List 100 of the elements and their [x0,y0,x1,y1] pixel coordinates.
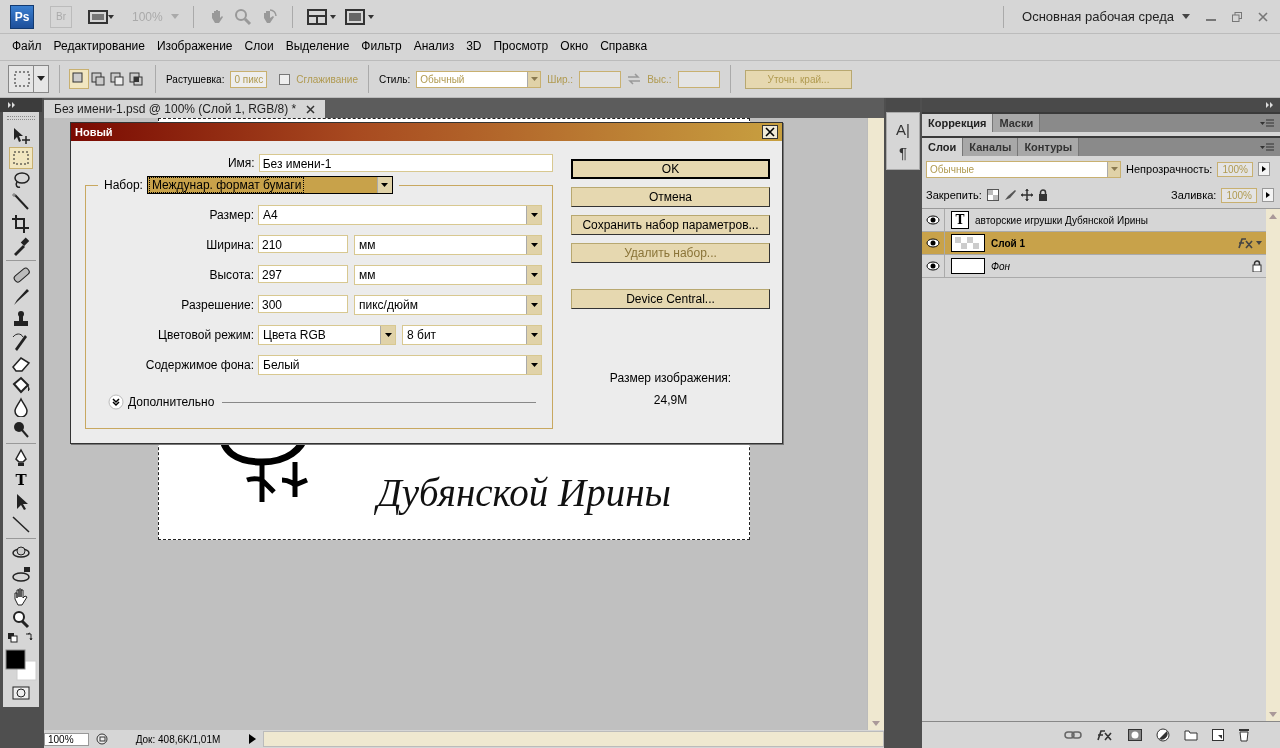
wand-icon[interactable] [10,192,32,212]
field-label: Содержимое фона: [144,358,254,372]
restore-icon[interactable] [1232,11,1242,22]
input-field[interactable]: 297 [258,265,348,283]
bucket-icon[interactable] [10,375,32,395]
arrange-icon[interactable] [306,8,337,25]
dropdown-arrow-icon [384,333,392,337]
app-logo[interactable]: Ps [10,4,34,29]
menu-item[interactable]: Слои [238,39,280,53]
panel-toggle[interactable]: A| [896,121,910,138]
dropdown-arrow-icon [381,183,389,187]
dialog-button[interactable]: Device Central... [571,289,770,309]
selection-mode-icon[interactable] [127,70,145,88]
menu-item[interactable]: 3D [460,39,488,53]
horizontal-scrollbar[interactable] [263,731,884,747]
expand-icon[interactable] [8,102,16,108]
status-menu-icon[interactable] [95,732,109,746]
color-swatches[interactable] [5,649,37,681]
menu-item[interactable]: Выделение [279,39,356,53]
orbit3d-icon[interactable] [10,565,32,585]
quick-mask-icon[interactable] [10,685,32,701]
workspace-switcher[interactable]: Основная рабочая среда [1022,9,1174,24]
panel-tab[interactable]: Коррекция [922,114,994,132]
panel-tab[interactable]: Каналы [963,138,1019,156]
menu-item[interactable]: Справка [594,39,654,53]
image-size-label: Размер изображения: [608,371,733,385]
move-icon[interactable] [1020,189,1033,201]
panel-tab[interactable]: Слои [922,138,964,156]
lock-icon [1252,260,1262,272]
line-icon[interactable] [10,514,32,534]
advanced-toggle[interactable]: Дополнительно [128,395,215,409]
effects-icon[interactable] [1236,237,1262,249]
dropdown[interactable]: Цвета RGB [258,325,396,345]
zoom-field[interactable]: 100% [44,732,89,746]
brush-icon[interactable] [1003,189,1016,201]
adjustment-layer-icon[interactable] [1156,728,1170,742]
selection-mode-icon[interactable] [108,70,126,88]
layer-name: авторские игрушки Дубянской Ирины [975,214,1148,226]
menu-item[interactable]: Просмотр [487,39,555,53]
play-icon[interactable] [247,733,257,745]
dropdown[interactable]: мм [354,265,542,285]
dialog-button[interactable]: Сохранить набор параметров... [571,215,770,235]
layer-name: Слой 1 [991,237,1026,249]
antialias-checkbox[interactable] [279,73,291,85]
caret-icon[interactable] [1182,13,1190,20]
type-tool[interactable]: T [10,470,32,490]
dropdown[interactable]: пикс/дюйм [354,295,542,315]
screen-mode-icon[interactable] [344,8,375,25]
close-icon[interactable] [762,125,778,139]
lock-icon[interactable] [1037,189,1048,201]
width-field[interactable] [579,70,622,88]
new-layer-icon[interactable] [1212,729,1224,741]
tool-preset-picker[interactable] [8,65,49,93]
dropdown[interactable]: A4 [258,205,542,225]
panel-menu-icon[interactable] [1260,118,1274,128]
eye-icon[interactable] [926,261,940,271]
menu-item[interactable]: Изображение [150,39,239,53]
layer-mask-icon[interactable] [1128,729,1142,741]
effects-icon[interactable] [1096,729,1114,741]
close-icon[interactable] [306,104,316,114]
collapse-icon[interactable] [1266,102,1274,108]
menu-item[interactable]: Файл [6,39,48,53]
panel-tab[interactable]: Контуры [1018,138,1080,156]
layer-row[interactable]: Слой 1 [922,232,1266,255]
menu-item[interactable]: Окно [554,39,595,53]
crop-icon[interactable] [10,214,32,234]
dialog-button[interactable]: OK [571,159,770,179]
menu-item[interactable]: Фильтр [355,39,408,53]
dropdown[interactable]: мм [354,235,542,255]
dropdown[interactable]: Белый [258,355,542,375]
zoom-icon[interactable] [10,609,32,629]
folder-icon[interactable] [1184,729,1198,741]
menu-item[interactable]: Редактирование [47,39,151,53]
field-label: Набор: [104,178,143,192]
field-label: Цветовой режим: [157,328,254,342]
preset-dropdown[interactable]: Междунар. формат бумаги [146,176,393,194]
input-field[interactable]: 300 [258,295,348,313]
dialog-button[interactable]: Отмена [571,187,770,207]
height-field[interactable] [677,70,720,88]
expand-icon[interactable] [108,394,124,410]
dropdown[interactable]: 8 бит [402,325,542,345]
panel-toggle[interactable]: ¶ [898,144,908,161]
style-label: Стиль: [379,73,411,85]
eye-icon[interactable] [926,215,940,225]
image-size-value: 24,9M [652,393,689,407]
feather-label: Растушевка: [166,73,225,85]
layer-row[interactable]: Фон [922,255,1266,278]
menu-item[interactable]: Анализ [407,39,461,53]
field-label: Имя: [226,156,255,170]
document-tab[interactable]: Без имени-1.psd @ 100% (Слой 1, RGB/8) * [44,100,326,118]
input-field[interactable]: 210 [258,235,348,253]
name-field[interactable]: Без имени-1 [258,154,553,172]
link-icon[interactable] [1064,730,1082,740]
panel-menu-icon[interactable] [1260,142,1274,152]
trash-icon[interactable] [1238,728,1250,742]
eye-icon[interactable] [926,238,940,248]
selection-mode-icon[interactable] [89,70,107,88]
film-icon[interactable] [88,8,114,25]
lock-transparency-icon[interactable] [986,189,999,201]
panel-tab[interactable]: Маски [993,114,1041,132]
